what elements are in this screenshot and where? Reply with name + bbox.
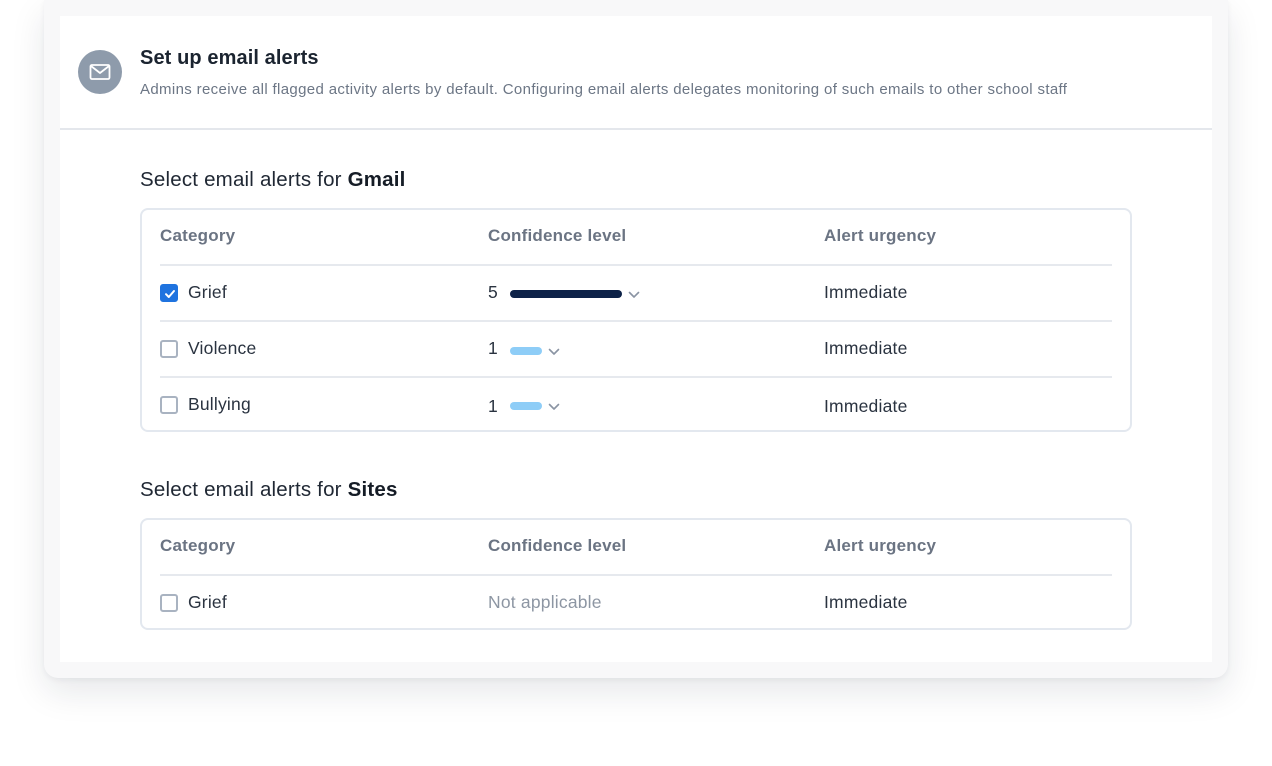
gmail-title-prefix: Select email alerts for — [140, 168, 348, 191]
checkmark-icon — [165, 290, 175, 298]
column-header-urgency: Alert urgency — [824, 226, 937, 245]
gmail-service-name: Gmail — [347, 168, 406, 191]
chevron-down-icon[interactable] — [548, 402, 560, 412]
bullying-checkbox[interactable] — [160, 396, 178, 414]
category-label: Grief — [188, 282, 227, 302]
table-row: Grief Not applicable Immediate — [142, 576, 1130, 632]
sites-alerts-table: Category Confidence level Alert urgency … — [140, 518, 1132, 630]
urgency-value[interactable]: Immediate — [824, 592, 908, 613]
mail-icon — [78, 50, 122, 94]
page-subtitle: Admins receive all flagged activity aler… — [140, 81, 1068, 98]
table-row: Bullying 1 Immediate — [142, 378, 1130, 434]
confidence-value: 5 — [488, 282, 498, 302]
sites-section-title: Select email alerts for Sites — [140, 478, 398, 502]
column-header-confidence: Confidence level — [488, 226, 627, 245]
category-label: Grief — [188, 592, 227, 612]
table-row: Grief 5 Immediate — [142, 266, 1130, 322]
violence-checkbox[interactable] — [160, 340, 178, 358]
column-header-confidence: Confidence level — [488, 536, 627, 555]
category-label: Bullying — [188, 394, 251, 414]
email-alerts-card: Set up email alerts Admins receive all f… — [44, 0, 1228, 678]
column-header-urgency: Alert urgency — [824, 536, 937, 555]
chevron-down-icon[interactable] — [548, 347, 560, 357]
urgency-value[interactable]: Immediate — [824, 282, 908, 303]
urgency-value[interactable]: Immediate — [824, 396, 908, 417]
confidence-level-bar[interactable] — [510, 402, 542, 410]
confidence-value: 1 — [488, 338, 498, 358]
sites-title-prefix: Select email alerts for — [140, 478, 348, 501]
chevron-down-icon[interactable] — [628, 290, 640, 300]
grief-checkbox[interactable] — [160, 594, 178, 612]
gmail-section-title: Select email alerts for Gmail — [140, 168, 406, 192]
confidence-not-applicable: Not applicable — [488, 592, 602, 612]
sites-service-name: Sites — [347, 478, 398, 501]
page-title: Set up email alerts — [140, 47, 319, 69]
card-header: Set up email alerts Admins receive all f… — [60, 16, 1212, 130]
confidence-level-bar[interactable] — [510, 290, 622, 298]
column-header-category: Category — [160, 226, 236, 245]
gmail-alerts-table: Category Confidence level Alert urgency … — [140, 208, 1132, 432]
grief-checkbox[interactable] — [160, 284, 178, 302]
confidence-value: 1 — [488, 396, 498, 416]
card-body: Set up email alerts Admins receive all f… — [60, 16, 1212, 662]
confidence-level-bar[interactable] — [510, 347, 542, 355]
table-row: Violence 1 Immediate — [142, 322, 1130, 378]
urgency-value[interactable]: Immediate — [824, 338, 908, 359]
category-label: Violence — [188, 338, 257, 358]
column-header-category: Category — [160, 536, 236, 555]
